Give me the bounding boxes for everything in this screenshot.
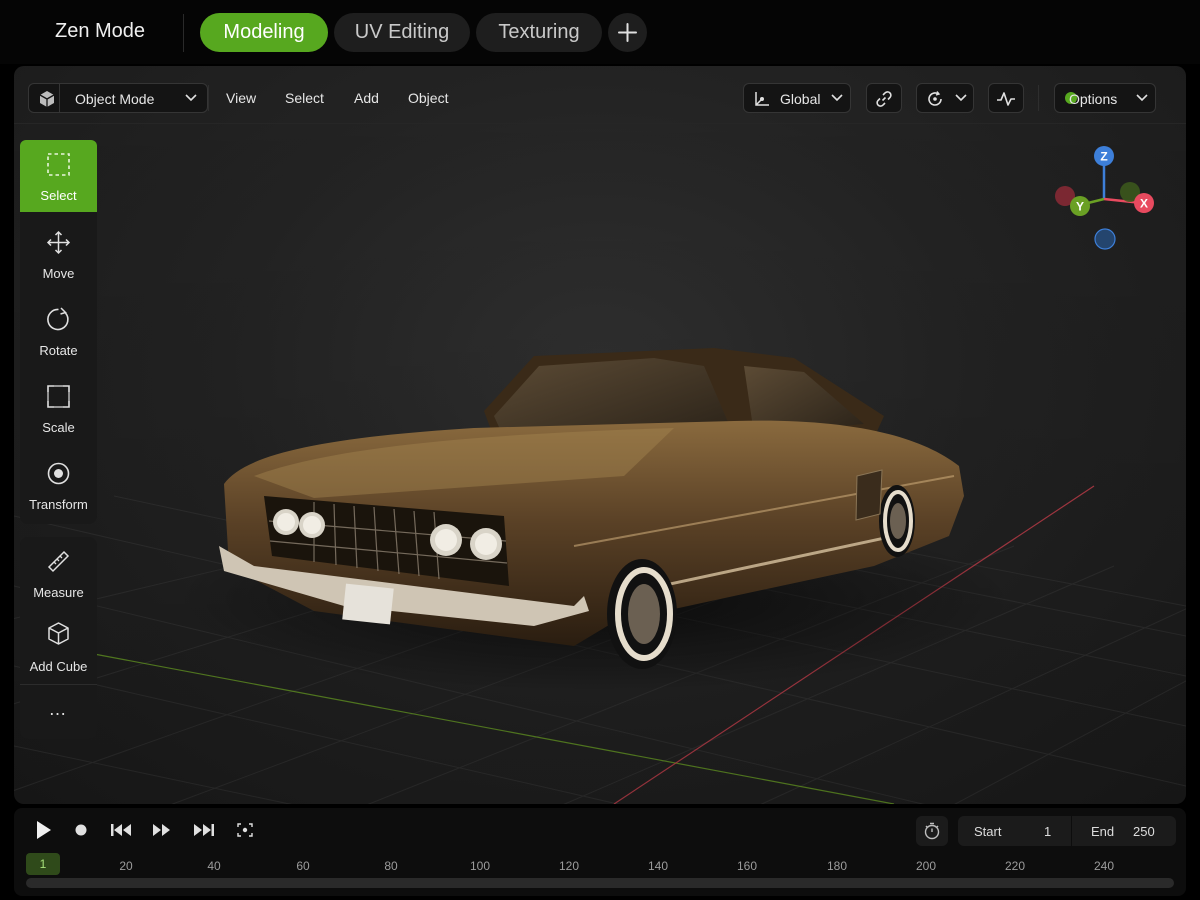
add-workspace-button[interactable] xyxy=(608,13,647,52)
start-label: Start xyxy=(974,824,1002,839)
jump-to-start-icon[interactable] xyxy=(110,823,132,837)
proportional-editing-button[interactable] xyxy=(988,83,1024,113)
frame-ruler[interactable]: 20 40 60 80 100 120 140 160 180 200 220 … xyxy=(14,850,1186,876)
menu-object[interactable]: Object xyxy=(408,90,448,106)
tool-label: Select xyxy=(40,188,77,203)
cube-icon xyxy=(48,622,69,645)
transform-orientation-dropdown[interactable]: Global xyxy=(743,83,851,113)
menu-view[interactable]: View xyxy=(226,90,256,106)
cube-icon xyxy=(39,91,55,107)
timeline-panel: Start 1 End 250 20 40 60 80 100 120 140 … xyxy=(14,808,1186,896)
tick-label: 20 xyxy=(119,859,133,873)
tick-label: 120 xyxy=(558,859,580,873)
chevron-down-icon xyxy=(831,94,843,102)
menu-select[interactable]: Select xyxy=(285,90,324,106)
tool-transform[interactable]: Transform xyxy=(20,449,97,521)
axis-neg-z-handle[interactable] xyxy=(1094,228,1116,250)
tick-label: 200 xyxy=(915,859,937,873)
orientation-label: Global xyxy=(780,91,821,107)
tool-move[interactable]: Move xyxy=(20,218,97,290)
pivot-dropdown[interactable] xyxy=(916,83,974,113)
divider xyxy=(208,85,209,111)
options-label: Options xyxy=(1069,91,1118,107)
auto-keying-button[interactable] xyxy=(916,816,948,846)
mode-label: Object Mode xyxy=(75,91,155,107)
tool-label: Rotate xyxy=(39,343,78,358)
more-tools-button[interactable]: … xyxy=(20,685,97,739)
navigation-gizmo[interactable]: Z X Y xyxy=(1044,144,1154,254)
current-frame-indicator[interactable]: 1 xyxy=(26,853,60,875)
tool-select[interactable]: Select xyxy=(20,140,97,212)
chevron-down-icon xyxy=(955,94,967,102)
tool-label: Transform xyxy=(29,497,88,512)
transform-icon xyxy=(47,462,70,485)
viewport-header: Object Mode View Select Add Object Globa… xyxy=(14,66,1186,124)
tool-panel-secondary: Measure Add Cube … xyxy=(20,537,97,739)
tab-texturing[interactable]: Texturing xyxy=(476,13,602,52)
tool-measure[interactable]: Measure xyxy=(20,537,97,609)
tick-label: 60 xyxy=(296,859,310,873)
record-icon[interactable] xyxy=(75,824,87,836)
tool-scale[interactable]: Scale xyxy=(20,372,97,444)
tool-label: Measure xyxy=(33,585,84,600)
mode-dropdown[interactable]: Object Mode xyxy=(28,83,208,113)
tick-label: 220 xyxy=(1004,859,1026,873)
jump-to-end-icon[interactable] xyxy=(193,823,215,837)
workspace-bar: Zen Mode Modeling UV Editing Texturing xyxy=(0,0,1200,64)
tick-label: 100 xyxy=(469,859,491,873)
tab-modeling[interactable]: Modeling xyxy=(200,13,328,52)
chevron-down-icon xyxy=(185,94,197,102)
divider xyxy=(1038,85,1039,111)
tick-label: 240 xyxy=(1093,859,1115,873)
tool-label: Move xyxy=(42,266,75,281)
tick-label: 180 xyxy=(826,859,848,873)
divider xyxy=(59,84,60,112)
end-frame-field[interactable]: 250 xyxy=(1133,824,1155,839)
chevron-down-icon xyxy=(1136,94,1148,102)
rotate-icon xyxy=(47,307,69,331)
tick-label: 40 xyxy=(207,859,221,873)
ruler-icon xyxy=(47,550,70,573)
axis-x-label: X xyxy=(1140,197,1148,211)
frame-selected-icon[interactable] xyxy=(237,823,253,837)
car-model[interactable] xyxy=(14,66,1186,804)
tool-label: Scale xyxy=(42,420,75,435)
plus-icon xyxy=(618,23,637,42)
tool-rotate[interactable]: Rotate xyxy=(20,295,97,367)
link-button[interactable] xyxy=(866,83,902,113)
timeline-scrollbar[interactable] xyxy=(26,878,1174,888)
divider xyxy=(1071,816,1072,846)
tool-add-cube[interactable]: Add Cube xyxy=(20,613,97,685)
3d-viewport[interactable]: Object Mode View Select Add Object Globa… xyxy=(14,66,1186,804)
divider xyxy=(183,14,184,52)
tab-uv-editing[interactable]: UV Editing xyxy=(334,13,470,52)
tick-label: 80 xyxy=(384,859,398,873)
app-title: Zen Mode xyxy=(55,20,146,42)
options-dropdown[interactable]: Options xyxy=(1054,83,1156,113)
waveform-icon xyxy=(997,92,1015,106)
menu-add[interactable]: Add xyxy=(354,90,379,106)
scale-icon xyxy=(47,385,70,408)
tool-label: Add Cube xyxy=(29,659,88,674)
axis-z-label: Z xyxy=(1100,150,1107,164)
move-arrows-icon xyxy=(46,230,71,255)
select-box-icon xyxy=(47,153,70,176)
link-icon xyxy=(876,91,892,107)
play-icon[interactable] xyxy=(36,820,52,840)
axis-orientation-icon xyxy=(755,92,769,106)
frame-range: Start 1 End 250 xyxy=(958,816,1176,846)
end-label: End xyxy=(1091,824,1115,839)
axis-y-label: Y xyxy=(1076,200,1084,214)
tick-label: 160 xyxy=(736,859,758,873)
pivot-icon xyxy=(928,91,942,106)
tool-panel: Select Move Rotate Scale Transform xyxy=(20,140,97,524)
more-icon: … xyxy=(48,699,69,719)
stopwatch-icon xyxy=(924,822,940,840)
tick-label: 140 xyxy=(647,859,669,873)
fast-forward-icon[interactable] xyxy=(152,823,172,837)
start-frame-field[interactable]: 1 xyxy=(1044,824,1051,839)
